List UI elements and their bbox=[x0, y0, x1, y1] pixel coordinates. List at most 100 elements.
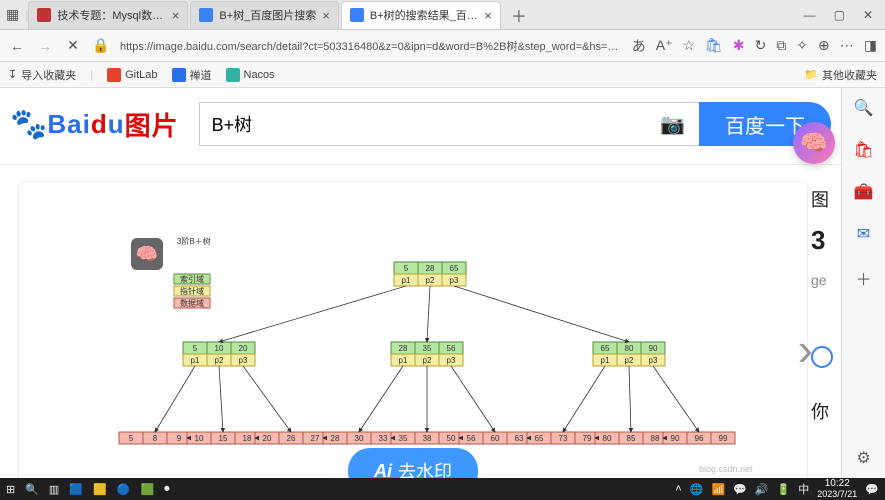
baidu-image-label: 图片 bbox=[125, 106, 179, 143]
svg-text:20: 20 bbox=[263, 434, 272, 443]
tab-close-icon[interactable]: × bbox=[484, 8, 492, 23]
collections-icon[interactable]: ✧ bbox=[796, 37, 808, 54]
shopping-icon[interactable]: 🛍 bbox=[705, 37, 723, 54]
tray-icon[interactable]: 🌐 bbox=[690, 483, 704, 496]
stop-reload-button[interactable]: ✕ bbox=[64, 37, 82, 54]
address-url[interactable]: https://image.baidu.com/search/detail?ct… bbox=[120, 38, 622, 54]
taskbar-app[interactable]: 🔵 bbox=[117, 483, 131, 496]
search-input[interactable] bbox=[200, 114, 646, 135]
tray-ime[interactable]: 中 bbox=[798, 481, 809, 497]
bookmarks-bar: ↧ 导入收藏夹 | GitLab 禅道 Nacos 📁 其他收藏夹 bbox=[0, 62, 885, 88]
ai-float-button[interactable]: 🧠 bbox=[793, 122, 835, 164]
tab-label: 技术专题：Mysql数据库（视图, bbox=[57, 7, 165, 23]
svg-text:p3: p3 bbox=[450, 276, 459, 285]
svg-text:65: 65 bbox=[601, 344, 610, 353]
svg-text:p2: p2 bbox=[426, 276, 435, 285]
window-maximize-icon[interactable]: ▢ bbox=[834, 8, 845, 22]
info-panel-truncated: 图 3 ge 你 bbox=[811, 186, 833, 438]
refresh-icon[interactable]: ↻ bbox=[755, 37, 767, 54]
start-button[interactable]: ⊞ bbox=[6, 483, 15, 496]
tray-notifications[interactable]: 💬 bbox=[865, 483, 879, 496]
svg-text:p2: p2 bbox=[215, 356, 224, 365]
edge-tool-search[interactable]: 🔍 bbox=[854, 98, 874, 118]
svg-text:90: 90 bbox=[649, 344, 658, 353]
import-icon: ↧ bbox=[8, 68, 17, 81]
bookmark-nacos[interactable]: Nacos bbox=[226, 68, 275, 82]
read-aloud-icon[interactable]: A⁺ bbox=[656, 37, 673, 54]
edge-tool-settings[interactable]: ⚙ bbox=[856, 448, 870, 468]
search-button[interactable]: 🔍 bbox=[25, 483, 39, 496]
taskbar-time[interactable]: 10:22 bbox=[817, 479, 857, 489]
svg-text:35: 35 bbox=[423, 344, 432, 353]
menu-icon[interactable]: ⋯ bbox=[840, 37, 854, 54]
browser-tab-2[interactable]: B+树的搜索结果_百度图片搜索 × bbox=[341, 1, 501, 29]
svg-text:96: 96 bbox=[695, 434, 704, 443]
sidebar-toggle-icon[interactable]: ◨ bbox=[864, 37, 877, 54]
new-tab-button[interactable]: ＋ bbox=[503, 3, 535, 27]
extension-icon[interactable]: ✱ bbox=[733, 37, 745, 54]
site-lock-icon[interactable]: 🔒 bbox=[92, 37, 110, 54]
taskbar-app[interactable]: 🟩 bbox=[140, 483, 154, 496]
taskbar-app[interactable]: ⏺ bbox=[164, 483, 170, 496]
tab-label: B+树的搜索结果_百度图片搜索 bbox=[370, 7, 478, 23]
split-icon[interactable]: ⧉ bbox=[776, 37, 786, 54]
translate-icon[interactable]: あ bbox=[632, 36, 646, 56]
forward-button[interactable]: → bbox=[36, 38, 54, 54]
svg-text:10: 10 bbox=[215, 344, 224, 353]
browser-tab-1[interactable]: B+树_百度图片搜索 × bbox=[190, 1, 338, 29]
import-bookmarks-button[interactable]: ↧ 导入收藏夹 bbox=[8, 67, 76, 83]
downloads-icon[interactable]: ⊕ bbox=[818, 37, 830, 54]
taskbar-app[interactable]: 🟨 bbox=[93, 483, 107, 496]
browser-tab-0[interactable]: 技术专题：Mysql数据库（视图, × bbox=[28, 1, 188, 29]
baidu-image-logo[interactable]: 🐾 Baidu 图片 bbox=[10, 106, 179, 143]
camera-search-icon[interactable]: 📷 bbox=[646, 112, 699, 137]
tray-wechat[interactable]: 💬 bbox=[733, 483, 747, 496]
taskbar-date[interactable]: 2023/7/21 bbox=[817, 489, 857, 499]
tray-battery[interactable]: 🔋 bbox=[777, 483, 791, 496]
window-close-icon[interactable]: ✕ bbox=[863, 8, 873, 22]
taskbar-app[interactable]: 🟦 bbox=[69, 483, 83, 496]
browser-addressbar: ← → ✕ 🔒 https://image.baidu.com/search/d… bbox=[0, 30, 885, 62]
svg-text:p3: p3 bbox=[649, 356, 658, 365]
svg-text:指针域: 指针域 bbox=[180, 286, 204, 296]
edge-tool-tools[interactable]: 🧰 bbox=[854, 182, 874, 202]
favorite-icon[interactable]: ☆ bbox=[682, 37, 695, 54]
browser-titlebar: ▦ | 技术专题：Mysql数据库（视图, × B+树_百度图片搜索 × B+树… bbox=[0, 0, 885, 30]
bookmark-label: 禅道 bbox=[190, 67, 212, 83]
tray-icon[interactable]: 📶 bbox=[711, 483, 725, 496]
bookmark-gitlab[interactable]: GitLab bbox=[107, 68, 157, 82]
svg-text:38: 38 bbox=[423, 434, 432, 443]
svg-text:3阶B＋树: 3阶B＋树 bbox=[177, 236, 211, 246]
tab-overview-icon[interactable]: ▦ bbox=[6, 6, 19, 23]
edge-tool-more[interactable]: ＋ bbox=[855, 266, 871, 290]
bookmark-zentao[interactable]: 禅道 bbox=[172, 67, 212, 83]
baidu-paw-icon: 🐾 bbox=[10, 107, 47, 142]
remove-watermark-button[interactable]: Ai 去水印 bbox=[348, 448, 478, 478]
tab-close-icon[interactable]: × bbox=[322, 8, 330, 23]
svg-text:28: 28 bbox=[426, 264, 435, 273]
windows-taskbar: ⊞ 🔍 ▥ 🟦 🟨 🔵 🟩 ⏺ ˄ 🌐 📶 💬 🔊 🔋 中 10:22 2023… bbox=[0, 478, 885, 500]
svg-text:5: 5 bbox=[193, 344, 198, 353]
svg-text:9: 9 bbox=[177, 434, 182, 443]
window-minimize-icon[interactable]: — bbox=[804, 8, 816, 22]
baidu-search-bar: 🐾 Baidu 图片 📷 百度一下 bbox=[0, 88, 841, 165]
svg-text:15: 15 bbox=[219, 434, 228, 443]
svg-text:80: 80 bbox=[603, 434, 612, 443]
svg-text:10: 10 bbox=[195, 434, 204, 443]
edge-tool-shop[interactable]: 🛍 bbox=[853, 140, 873, 160]
tray-chevron[interactable]: ˄ bbox=[675, 483, 681, 495]
svg-text:28: 28 bbox=[331, 434, 340, 443]
svg-text:65: 65 bbox=[450, 264, 459, 273]
svg-text:5: 5 bbox=[129, 434, 134, 443]
other-bookmarks-button[interactable]: 📁 其他收藏夹 bbox=[804, 67, 877, 83]
task-view-button[interactable]: ▥ bbox=[49, 483, 59, 496]
back-button[interactable]: ← bbox=[8, 38, 26, 54]
edge-tool-outlook[interactable]: ✉ bbox=[857, 224, 870, 244]
tab-close-icon[interactable]: × bbox=[172, 8, 180, 23]
svg-text:p3: p3 bbox=[447, 356, 456, 365]
import-label: 导入收藏夹 bbox=[21, 67, 76, 83]
tray-sound[interactable]: 🔊 bbox=[755, 483, 769, 496]
svg-text:85: 85 bbox=[627, 434, 636, 443]
svg-text:80: 80 bbox=[625, 344, 634, 353]
nacos-icon bbox=[226, 68, 240, 82]
